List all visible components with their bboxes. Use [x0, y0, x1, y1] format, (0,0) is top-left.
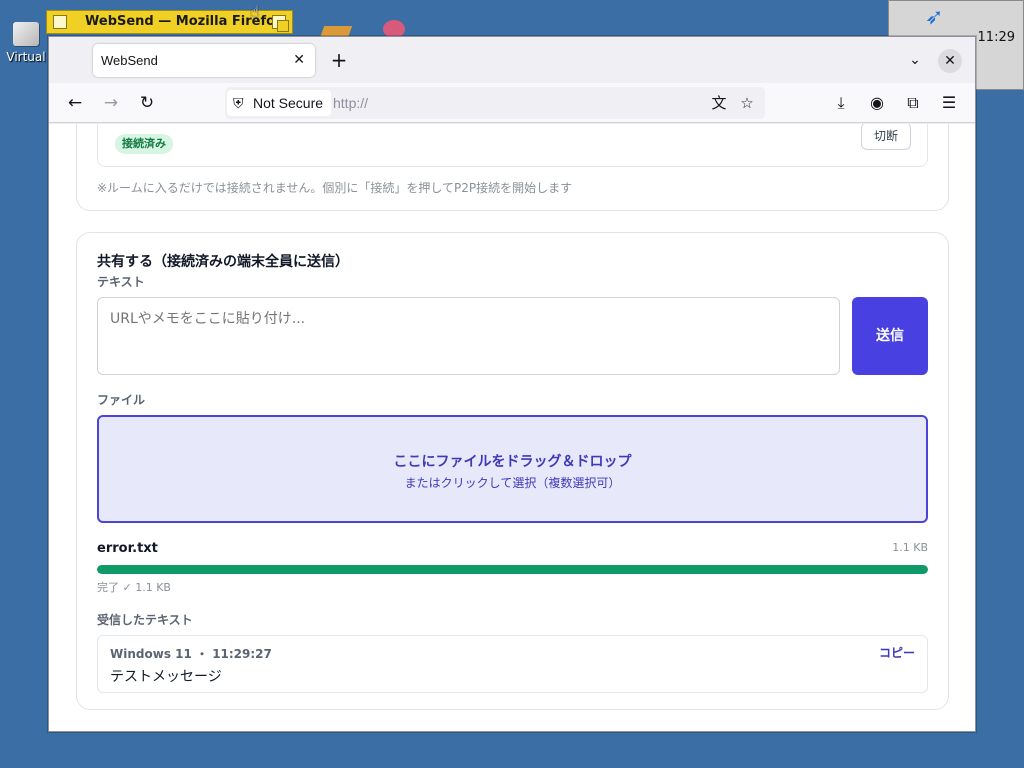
transfer-status: 完了 ✓ 1.1 KB: [97, 581, 171, 594]
computer-icon: [13, 22, 39, 46]
peer-row: 接続済み 切断: [97, 124, 928, 167]
dropzone-main-text: ここにファイルをドラッグ＆ドロップ: [393, 454, 632, 470]
share-card: 共有する（接続済みの端末全員に送信） テキスト 送信 ファイル ここにファイルを…: [76, 232, 949, 710]
text-input[interactable]: [97, 297, 840, 375]
transfer-progress-bar: [97, 565, 928, 574]
copy-button[interactable]: コピー: [879, 644, 915, 661]
nav-bar: ← → ↻ ⛨ Not Secure http:// 文 ☆ ⤓ ◉ ⧉ ☰: [49, 83, 975, 123]
desktop-icon-virtual[interactable]: Virtual: [4, 22, 48, 64]
window-close-button[interactable]: ✕: [938, 49, 962, 73]
translate-icon[interactable]: 文: [707, 91, 731, 115]
window-restore-icon[interactable]: [272, 15, 289, 32]
back-arrow-icon[interactable]: ←: [61, 89, 89, 117]
tab-bar: WebSend ✕ + ⌄ ✕: [49, 37, 975, 83]
url-text[interactable]: http://: [333, 87, 368, 119]
reload-icon[interactable]: ↻: [133, 89, 161, 117]
transfer-file-name: error.txt: [97, 541, 158, 556]
received-message: Windows 11 ・ 11:29:27 コピー テストメッセージ: [97, 635, 928, 693]
text-label: テキスト: [97, 275, 145, 289]
firefox-window: WebSend ✕ + ⌄ ✕ ← → ↻ ⛨ Not Secure http:…: [48, 36, 976, 732]
account-icon[interactable]: ◉: [863, 89, 891, 117]
extensions-icon[interactable]: ⧉: [899, 89, 927, 117]
new-tab-button[interactable]: +: [325, 46, 353, 74]
tab-close-icon[interactable]: ✕: [293, 44, 305, 77]
received-text: テストメッセージ: [110, 669, 222, 685]
desktop-icon-label: Virtual: [6, 50, 46, 64]
downloads-icon[interactable]: ⤓: [827, 89, 855, 117]
status-badge: 接続済み: [115, 134, 173, 154]
list-tabs-chevron-icon[interactable]: ⌄: [901, 46, 929, 74]
forward-arrow-icon[interactable]: →: [97, 89, 125, 117]
page-content: 接続済み 切断 ※ルームに入るだけでは接続されません。個別に「接続」を押してP2…: [49, 124, 975, 731]
url-bar[interactable]: ⛨ Not Secure http:// 文 ☆: [225, 87, 765, 119]
tab-title: WebSend: [101, 53, 158, 68]
shield-slash-icon: ⛨: [233, 95, 244, 111]
dropzone-sub-text: またはクリックして選択（複数選択可）: [404, 476, 621, 490]
transfer-progress-fill: [97, 565, 928, 574]
share-title: 共有する（接続済みの端末全員に送信）: [97, 254, 349, 270]
not-secure-indicator[interactable]: ⛨ Not Secure: [227, 90, 332, 116]
received-meta: Windows 11 ・ 11:29:27: [110, 647, 272, 661]
menu-hamburger-icon[interactable]: ☰: [935, 89, 963, 117]
received-label: 受信したテキスト: [97, 613, 193, 627]
disconnect-button[interactable]: 切断: [861, 124, 911, 150]
transfer-file-size: 1.1 KB: [892, 541, 928, 554]
bookmark-star-icon[interactable]: ☆: [735, 91, 759, 115]
peer-card: 接続済み 切断 ※ルームに入るだけでは接続されません。個別に「接続」を押してP2…: [76, 124, 949, 211]
connection-note: ※ルームに入るだけでは接続されません。個別に「接続」を押してP2P接続を開始しま…: [97, 181, 573, 195]
file-label: ファイル: [97, 393, 146, 407]
mouse-cursor-icon: ☝: [250, 2, 260, 21]
tab-websend[interactable]: WebSend ✕: [93, 44, 315, 77]
send-button[interactable]: 送信: [852, 297, 928, 375]
window-menu-icon[interactable]: [53, 15, 67, 29]
security-label: Not Secure: [253, 95, 324, 111]
file-dropzone[interactable]: ここにファイルをドラッグ＆ドロップ またはクリックして選択（複数選択可）: [97, 415, 928, 523]
